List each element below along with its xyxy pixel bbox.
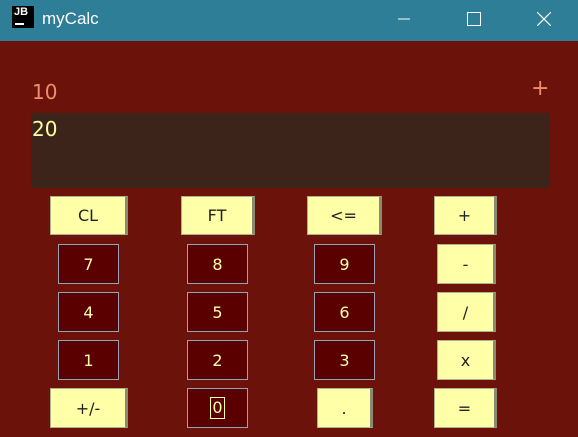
plus-button[interactable]: + xyxy=(434,196,497,235)
digit-9-button[interactable]: 9 xyxy=(314,244,375,284)
digit-3-button[interactable]: 3 xyxy=(314,340,375,380)
previous-operand: 10 xyxy=(32,80,58,104)
divide-button[interactable]: / xyxy=(437,292,496,332)
digit-0-button[interactable]: 0 xyxy=(187,388,248,428)
digit-6-button[interactable]: 6 xyxy=(314,292,375,332)
display-field[interactable]: 20 xyxy=(31,113,550,188)
operator-indicator: + xyxy=(531,76,550,101)
multiply-button[interactable]: x xyxy=(437,340,496,380)
title-bar: JB myCalc xyxy=(0,0,578,38)
close-icon xyxy=(537,12,551,26)
digit-5-button[interactable]: 5 xyxy=(187,292,248,332)
digit-0-label: 0 xyxy=(210,397,225,419)
display-value: 20 xyxy=(32,117,58,141)
minimize-icon xyxy=(398,18,410,20)
digit-4-button[interactable]: 4 xyxy=(58,292,119,332)
backspace-button[interactable]: <= xyxy=(307,196,382,235)
digit-1-button[interactable]: 1 xyxy=(58,340,119,380)
maximize-icon xyxy=(467,12,481,26)
maximize-button[interactable] xyxy=(451,0,497,38)
ft-button[interactable]: FT xyxy=(181,196,255,235)
decimal-button[interactable]: . xyxy=(317,388,373,428)
minus-button[interactable]: - xyxy=(437,244,496,284)
app-icon-label: JB xyxy=(14,6,29,18)
digit-8-button[interactable]: 8 xyxy=(187,244,248,284)
digit-7-button[interactable]: 7 xyxy=(58,244,119,284)
title-bar-border xyxy=(0,38,578,41)
clear-button[interactable]: CL xyxy=(50,196,128,235)
minimize-button[interactable] xyxy=(381,0,427,38)
negate-button[interactable]: +/- xyxy=(50,388,128,428)
equals-button[interactable]: = xyxy=(434,388,497,428)
close-button[interactable] xyxy=(521,0,567,38)
window-title: myCalc xyxy=(42,9,99,28)
jetbrains-app-icon: JB xyxy=(12,6,34,28)
digit-2-button[interactable]: 2 xyxy=(187,340,248,380)
